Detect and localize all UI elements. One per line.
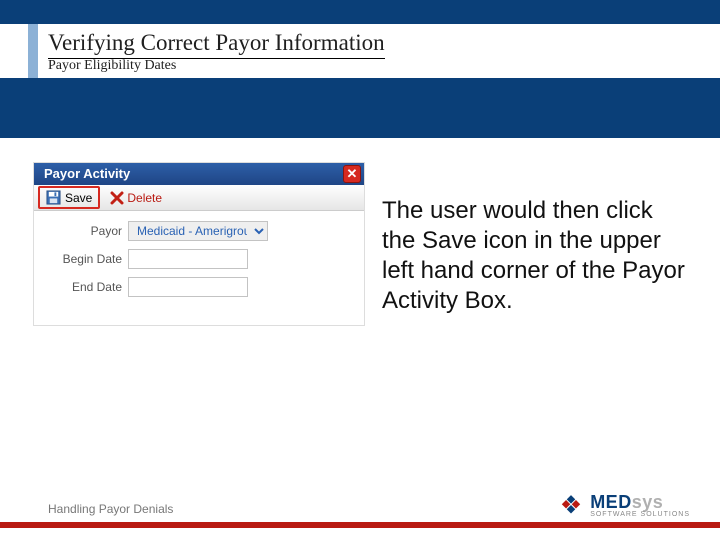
save-button-label: Save: [65, 191, 92, 205]
payor-select[interactable]: Medicaid - Amerigroup: [128, 221, 268, 241]
delete-button-label: Delete: [127, 191, 162, 205]
close-button[interactable]: ✕: [343, 165, 361, 183]
begin-date-input[interactable]: [128, 249, 248, 269]
brand-logo: MEDsys SOFTWARE SOLUTIONS: [558, 492, 690, 518]
payor-row: Payor Medicaid - Amerigroup: [44, 221, 354, 241]
title-block: Verifying Correct Payor Information: [48, 30, 385, 59]
logo-tagline: SOFTWARE SOLUTIONS: [590, 511, 690, 518]
close-icon: ✕: [347, 163, 358, 185]
payor-label: Payor: [44, 224, 122, 238]
instruction-text: The user would then click the Save icon …: [382, 196, 692, 316]
logo-diamond-icon: [558, 492, 584, 518]
delete-x-icon: [110, 191, 124, 205]
page-title: Verifying Correct Payor Information: [48, 30, 385, 59]
toolbar: Save Delete: [34, 185, 364, 211]
subtitle-row: Payor Eligibility Dates: [0, 56, 720, 74]
header-blue-band: [0, 78, 720, 138]
end-date-label: End Date: [44, 280, 122, 294]
footer-red-bar: [0, 522, 720, 528]
window-titlebar: Payor Activity ✕: [34, 163, 364, 185]
logo-text: MEDsys SOFTWARE SOLUTIONS: [590, 493, 690, 518]
floppy-icon: [46, 190, 61, 205]
logo-part2: sys: [632, 492, 664, 512]
begin-date-label: Begin Date: [44, 252, 122, 266]
header-strip: [0, 0, 720, 24]
logo-part1: MED: [590, 492, 632, 512]
end-date-input[interactable]: [128, 277, 248, 297]
delete-button[interactable]: Delete: [106, 189, 166, 207]
logo-brand: MEDsys: [590, 493, 690, 511]
page-subtitle: Payor Eligibility Dates: [48, 56, 720, 74]
begin-date-row: Begin Date: [44, 249, 354, 269]
save-button[interactable]: Save: [38, 186, 100, 209]
end-date-row: End Date: [44, 277, 354, 297]
form-area: Payor Medicaid - Amerigroup Begin Date E…: [34, 211, 364, 325]
payor-activity-window: Payor Activity ✕ Save Delete Payor Medic…: [33, 162, 365, 326]
window-title: Payor Activity: [44, 166, 130, 181]
footer-text: Handling Payor Denials: [48, 502, 173, 516]
